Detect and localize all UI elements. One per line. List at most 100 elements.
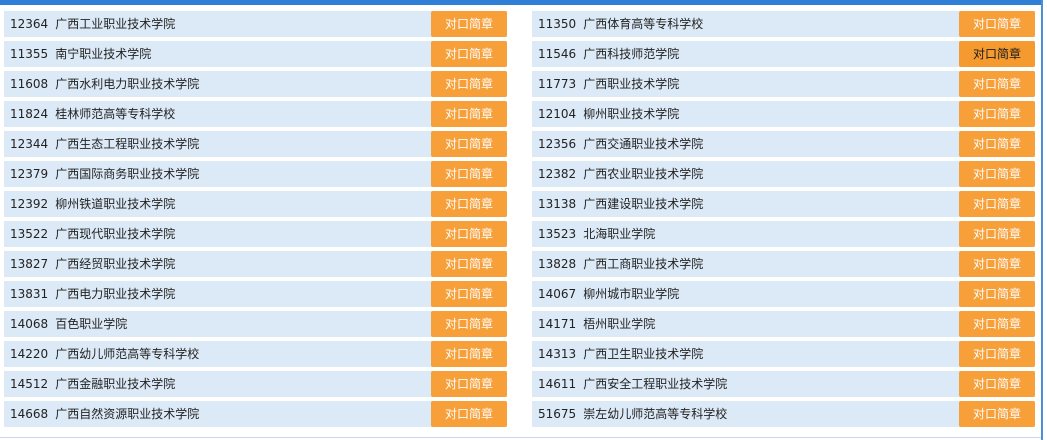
- school-row: 12379 广西国际商务职业技术学院 对口简章: [4, 161, 507, 187]
- school-row: 11824 桂林师范高等专科学校 对口简章: [4, 101, 507, 127]
- school-info: 12382 广西农业职业技术学院: [538, 161, 703, 187]
- school-info: 12104 柳州职业技术学院: [538, 101, 679, 127]
- school-row: 13138 广西建设职业技术学院 对口简章: [532, 191, 1035, 217]
- school-code: 13138: [538, 197, 577, 211]
- admission-brochure-button[interactable]: 对口简章: [431, 131, 507, 157]
- school-row: 14067 柳州城市职业学院 对口简章: [532, 281, 1035, 307]
- school-row: 12344 广西生态工程职业技术学院 对口简章: [4, 131, 507, 157]
- school-code: 51675: [538, 407, 577, 421]
- school-row: 14171 梧州职业学院 对口简章: [532, 311, 1035, 337]
- admission-brochure-button[interactable]: 对口简章: [959, 311, 1035, 337]
- school-code: 12382: [538, 167, 577, 181]
- admission-brochure-button[interactable]: 对口简章: [431, 251, 507, 277]
- school-info: 11350 广西体育高等专科学校: [538, 11, 703, 37]
- school-row: 14668 广西自然资源职业技术学院 对口简章: [4, 401, 507, 427]
- school-name: 广西水利电力职业技术学院: [55, 77, 200, 91]
- school-info: 51675 崇左幼儿师范高等专科学校: [538, 401, 727, 427]
- admission-brochure-button[interactable]: 对口简章: [959, 161, 1035, 187]
- school-code: 12392: [10, 197, 49, 211]
- school-name: 百色职业学院: [55, 317, 128, 331]
- school-name: 柳州铁道职业技术学院: [55, 197, 176, 211]
- school-code: 13828: [538, 257, 577, 271]
- school-name: 柳州职业技术学院: [583, 107, 680, 121]
- admission-brochure-button[interactable]: 对口简章: [959, 251, 1035, 277]
- school-code: 12104: [538, 107, 577, 121]
- admission-brochure-button[interactable]: 对口简章: [431, 71, 507, 97]
- school-row: 11608 广西水利电力职业技术学院 对口简章: [4, 71, 507, 97]
- admission-brochure-button[interactable]: 对口简章: [431, 341, 507, 367]
- school-row: 14512 广西金融职业技术学院 对口简章: [4, 371, 507, 397]
- school-name: 桂林师范高等专科学校: [55, 107, 176, 121]
- school-code: 11824: [10, 107, 49, 121]
- school-row: 14068 百色职业学院 对口简章: [4, 311, 507, 337]
- school-row: 51675 崇左幼儿师范高等专科学校 对口简章: [532, 401, 1035, 427]
- school-code: 13831: [10, 287, 49, 301]
- school-code: 12379: [10, 167, 49, 181]
- school-code: 14068: [10, 317, 49, 331]
- bottom-divider: [0, 437, 1041, 438]
- school-row: 12364 广西工业职业技术学院 对口简章: [4, 11, 507, 37]
- admission-brochure-button[interactable]: 对口简章: [431, 41, 507, 67]
- admission-brochure-button[interactable]: 对口简章: [959, 101, 1035, 127]
- school-name: 南宁职业技术学院: [55, 47, 152, 61]
- school-row: 11355 南宁职业技术学院 对口简章: [4, 41, 507, 67]
- school-code: 13827: [10, 257, 49, 271]
- admission-brochure-button[interactable]: 对口简章: [431, 191, 507, 217]
- admission-brochure-button[interactable]: 对口简章: [959, 401, 1035, 427]
- school-code: 14668: [10, 407, 49, 421]
- admission-brochure-button[interactable]: 对口简章: [959, 371, 1035, 397]
- school-info: 12392 柳州铁道职业技术学院: [10, 191, 175, 217]
- school-info: 14220 广西幼儿师范高等专科学校: [10, 341, 199, 367]
- school-info: 14068 百色职业学院: [10, 311, 127, 337]
- school-name: 广西经贸职业技术学院: [55, 257, 176, 271]
- school-name: 广西电力职业技术学院: [55, 287, 176, 301]
- admission-brochure-button[interactable]: 对口简章: [959, 131, 1035, 157]
- school-name: 北海职业学院: [583, 227, 656, 241]
- school-info: 14512 广西金融职业技术学院: [10, 371, 175, 397]
- admission-brochure-button[interactable]: 对口简章: [431, 281, 507, 307]
- school-name: 广西交通职业技术学院: [583, 137, 704, 151]
- school-info: 13831 广西电力职业技术学院: [10, 281, 175, 307]
- school-code: 14220: [10, 347, 49, 361]
- school-info: 11546 广西科技师范学院: [538, 41, 679, 67]
- school-name: 柳州城市职业学院: [583, 287, 680, 301]
- admission-brochure-button[interactable]: 对口简章: [959, 191, 1035, 217]
- school-info: 11824 桂林师范高等专科学校: [10, 101, 175, 127]
- school-info: 12344 广西生态工程职业技术学院: [10, 131, 199, 157]
- admission-brochure-button[interactable]: 对口简章: [431, 161, 507, 187]
- school-info: 14171 梧州职业学院: [538, 311, 655, 337]
- admission-brochure-button[interactable]: 对口简章: [959, 221, 1035, 247]
- school-row: 12104 柳州职业技术学院 对口简章: [532, 101, 1035, 127]
- admission-brochure-button[interactable]: 对口简章: [431, 371, 507, 397]
- school-code: 14313: [538, 347, 577, 361]
- school-row: 12382 广西农业职业技术学院 对口简章: [532, 161, 1035, 187]
- school-row: 13831 广西电力职业技术学院 对口简章: [4, 281, 507, 307]
- admission-brochure-button[interactable]: 对口简章: [431, 101, 507, 127]
- school-row: 14611 广西安全工程职业技术学院 对口简章: [532, 371, 1035, 397]
- school-name: 广西国际商务职业技术学院: [55, 167, 200, 181]
- admission-brochure-button[interactable]: 对口简章: [431, 221, 507, 247]
- school-info: 11355 南宁职业技术学院: [10, 41, 151, 67]
- school-row: 12392 柳州铁道职业技术学院 对口简章: [4, 191, 507, 217]
- school-info: 11773 广西职业技术学院: [538, 71, 679, 97]
- school-name: 广西工业职业技术学院: [55, 17, 176, 31]
- admission-brochure-button[interactable]: 对口简章: [959, 281, 1035, 307]
- school-name: 梧州职业学院: [583, 317, 656, 331]
- school-info: 13827 广西经贸职业技术学院: [10, 251, 175, 277]
- admission-brochure-button[interactable]: 对口简章: [959, 41, 1035, 67]
- school-info: 13523 北海职业学院: [538, 221, 655, 247]
- admission-brochure-button[interactable]: 对口简章: [431, 11, 507, 37]
- school-code: 11546: [538, 47, 577, 61]
- admission-brochure-button[interactable]: 对口简章: [431, 311, 507, 337]
- admission-brochure-button[interactable]: 对口简章: [959, 341, 1035, 367]
- school-code: 11355: [10, 47, 49, 61]
- school-name: 崇左幼儿师范高等专科学校: [583, 407, 728, 421]
- admission-brochure-button[interactable]: 对口简章: [959, 11, 1035, 37]
- school-info: 14611 广西安全工程职业技术学院: [538, 371, 727, 397]
- page: 12364 广西工业职业技术学院 对口简章 11355 南宁职业技术学院 对口简章 1160…: [0, 0, 1047, 440]
- school-name: 广西金融职业技术学院: [55, 377, 176, 391]
- admission-brochure-button[interactable]: 对口简章: [431, 401, 507, 427]
- school-code: 14067: [538, 287, 577, 301]
- school-row: 12356 广西交通职业技术学院 对口简章: [532, 131, 1035, 157]
- admission-brochure-button[interactable]: 对口简章: [959, 71, 1035, 97]
